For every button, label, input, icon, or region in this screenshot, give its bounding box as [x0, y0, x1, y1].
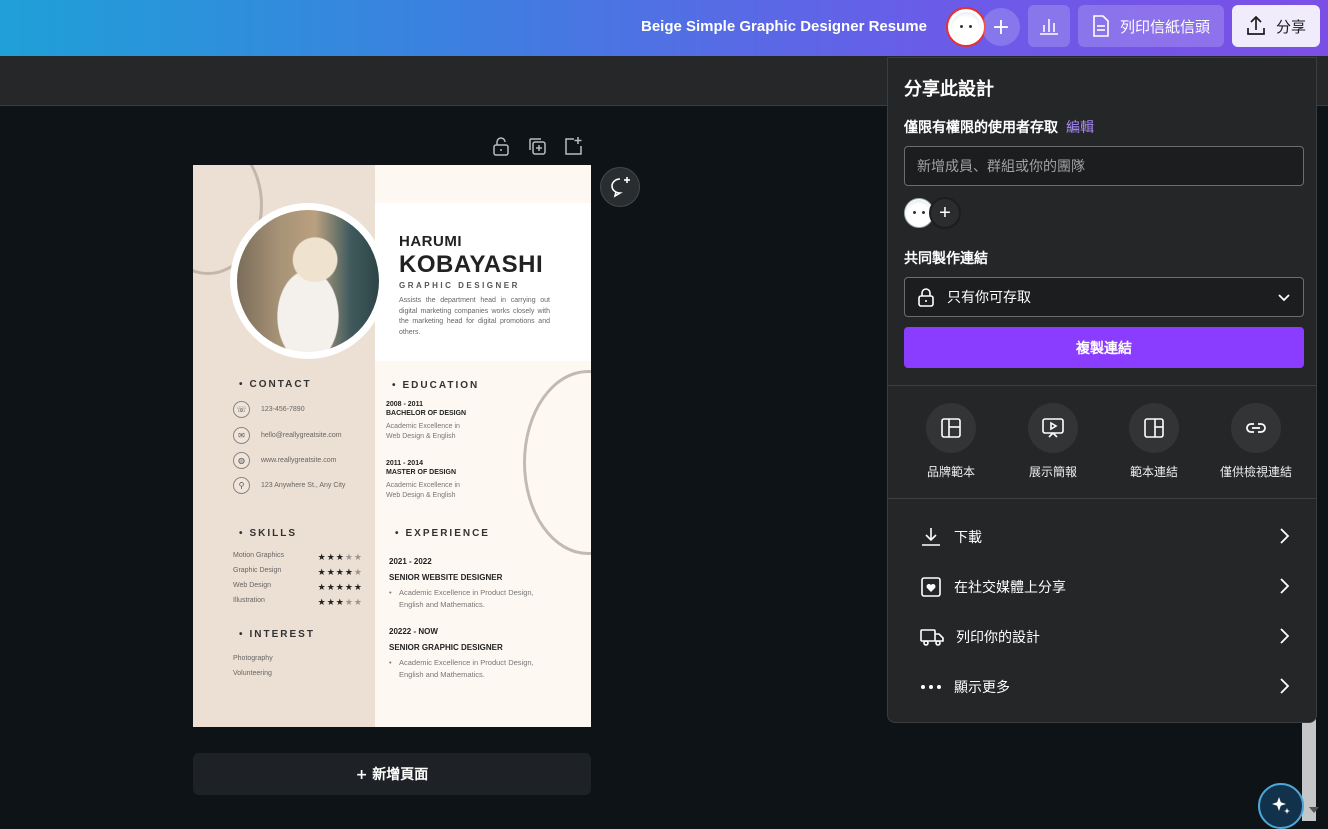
add-collaborator-button[interactable]: +: [929, 197, 961, 229]
education-entry[interactable]: 2008 - 2011 BACHELOR OF DESIGN Academic …: [386, 401, 536, 442]
resume-page[interactable]: HARUMI KOBAYASHI GRAPHIC DESIGNER Assist…: [193, 165, 591, 727]
magic-assistant-button[interactable]: [1258, 783, 1304, 829]
insights-button[interactable]: [1028, 5, 1070, 47]
skill-row[interactable]: Graphic Design ★★★★★: [233, 567, 363, 578]
print-letterhead-button[interactable]: 列印信紙信頭: [1078, 5, 1224, 47]
share-label: 分享: [1275, 17, 1306, 36]
rating-stars: ★★★★★: [317, 597, 363, 607]
link-access-value: 只有你可存取: [947, 289, 1031, 305]
contact-heading[interactable]: CONTACT: [239, 379, 312, 390]
location-icon: ⚲: [233, 477, 250, 494]
present-icon: [1042, 418, 1064, 438]
sparkle-icon: [1272, 797, 1290, 814]
profile-photo[interactable]: [237, 210, 379, 352]
resume-summary[interactable]: Assists the department head in carrying …: [399, 296, 550, 338]
contact-item[interactable]: ✉ hello@reallygreatsite.com: [233, 427, 342, 444]
divider: [888, 385, 1316, 386]
add-page-icon[interactable]: [563, 136, 583, 156]
interest-heading[interactable]: INTEREST: [239, 629, 315, 640]
experience-heading[interactable]: EXPERIENCE: [395, 528, 490, 539]
bar-chart-icon: [1040, 19, 1058, 35]
contact-item[interactable]: ⚲ 123 Anywhere St., Any City: [233, 477, 345, 494]
print-letterhead-label: 列印信紙信頭: [1119, 17, 1210, 36]
share-button[interactable]: 分享: [1232, 5, 1320, 47]
comment-plus-icon: [611, 177, 630, 198]
resume-last-name[interactable]: KOBAYASHI: [399, 251, 543, 279]
skill-row[interactable]: Web Design ★★★★★: [233, 582, 363, 593]
chevron-down-icon: [1278, 294, 1290, 302]
upload-icon: [1247, 16, 1265, 35]
duplicate-page-icon[interactable]: [527, 136, 547, 156]
user-avatar[interactable]: [946, 7, 986, 47]
chevron-right-icon: [1280, 678, 1290, 694]
access-label: 僅限有權限的使用者存取: [904, 119, 1058, 135]
rating-stars: ★★★★★: [317, 552, 363, 562]
skills-heading[interactable]: SKILLS: [239, 528, 297, 539]
page-tools: [491, 136, 583, 156]
option-brand-template[interactable]: 品牌範本: [901, 403, 1001, 480]
experience-entry[interactable]: 20222 - NOW SENIOR GRAPHIC DESIGNER Acad…: [389, 627, 559, 681]
option-view-only-link[interactable]: 僅供檢視連結: [1206, 403, 1306, 480]
share-panel-title: 分享此設計: [904, 79, 994, 99]
document-icon: [1093, 15, 1109, 37]
divider: [888, 498, 1316, 499]
action-show-more[interactable]: 顯示更多: [920, 675, 1290, 699]
action-print-design[interactable]: 列印你的設計: [920, 625, 1290, 649]
edit-access-link[interactable]: 編輯: [1066, 117, 1094, 137]
link-icon: [1246, 423, 1266, 433]
option-present[interactable]: 展示簡報: [1003, 403, 1103, 480]
chevron-right-icon: [1280, 528, 1290, 544]
mail-icon: ✉: [233, 427, 250, 444]
avatar-face-icon: [951, 12, 981, 42]
skill-row[interactable]: Illustration ★★★★★: [233, 597, 363, 608]
phone-icon: ☏: [233, 401, 250, 418]
add-page-button[interactable]: + 新增頁面: [193, 753, 591, 795]
globe-icon: ◍: [233, 452, 250, 469]
lock-icon[interactable]: [491, 136, 511, 156]
experience-entry[interactable]: 2021 - 2022 SENIOR WEBSITE DESIGNER Acad…: [389, 557, 559, 611]
document-title[interactable]: Beige Simple Graphic Designer Resume: [641, 18, 927, 35]
download-icon: [922, 528, 940, 546]
resume-first-name[interactable]: HARUMI: [399, 233, 462, 250]
access-row: 僅限有權限的使用者存取 編輯: [904, 117, 1094, 137]
option-template-link[interactable]: 範本連結: [1104, 403, 1204, 480]
rating-stars: ★★★★★: [317, 567, 363, 577]
interest-item[interactable]: Volunteering: [233, 670, 272, 677]
education-heading[interactable]: EDUCATION: [392, 380, 479, 391]
add-people-input[interactable]: 新增成員、群組或你的團隊: [904, 146, 1304, 186]
interest-item[interactable]: Photography: [233, 655, 273, 662]
brand-template-icon: [941, 418, 961, 438]
social-share-icon: [921, 577, 941, 597]
education-entry[interactable]: 2011 - 2014 MASTER OF DESIGN Academic Ex…: [386, 460, 536, 501]
action-download[interactable]: 下載: [920, 525, 1290, 549]
rating-stars: ★★★★★: [317, 582, 363, 592]
more-icon: [921, 685, 941, 689]
contact-item[interactable]: ☏ 123-456-7890: [233, 401, 305, 418]
action-social-share[interactable]: 在社交媒體上分享: [920, 575, 1290, 599]
top-bar: Beige Simple Graphic Designer Resume + 列…: [0, 0, 1328, 56]
collab-link-label: 共同製作連結: [904, 250, 988, 266]
resume-role[interactable]: GRAPHIC DESIGNER: [399, 281, 520, 290]
scroll-down-icon[interactable]: [1309, 807, 1319, 813]
chevron-right-icon: [1280, 578, 1290, 594]
link-access-select[interactable]: 只有你可存取: [904, 277, 1304, 317]
contact-item[interactable]: ◍ www.reallygreatsite.com: [233, 452, 336, 469]
skill-row[interactable]: Motion Graphics ★★★★★: [233, 552, 363, 563]
chevron-right-icon: [1280, 628, 1290, 644]
lock-icon: [918, 288, 934, 307]
add-comment-button[interactable]: [600, 167, 640, 207]
template-link-icon: [1144, 418, 1164, 438]
copy-link-button[interactable]: 複製連結: [904, 327, 1304, 368]
print-truck-icon: [920, 629, 944, 646]
invite-plus-button[interactable]: +: [982, 8, 1020, 46]
share-panel: 分享此設計 僅限有權限的使用者存取 編輯 新增成員、群組或你的團隊 + 共同製作…: [887, 57, 1317, 723]
